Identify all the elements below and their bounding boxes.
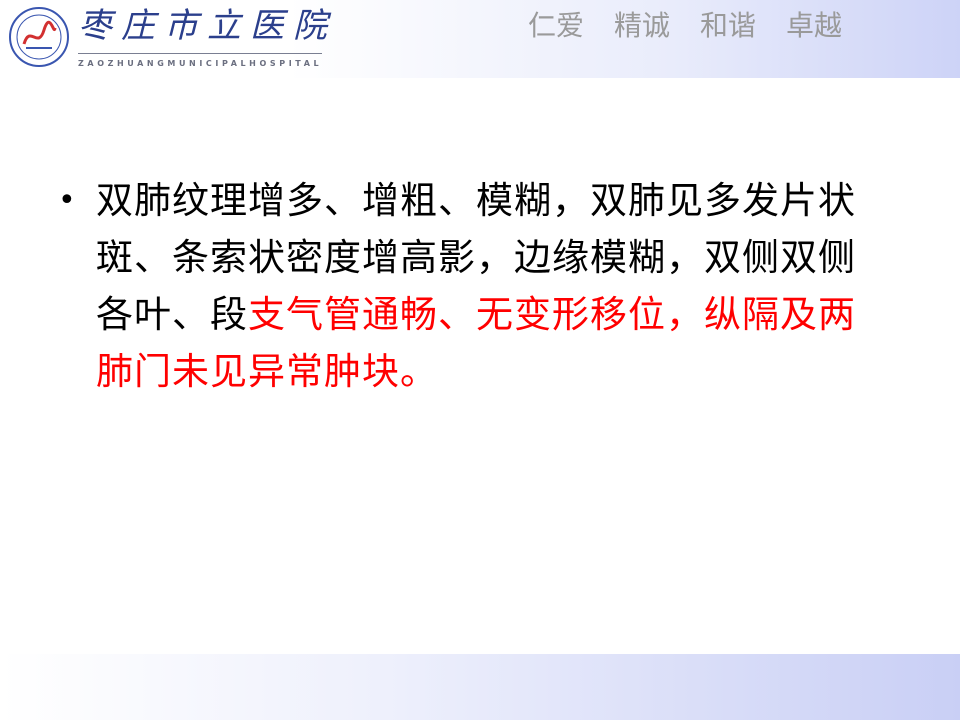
- motto-word: 精诚: [614, 9, 671, 42]
- bullet-marker: •: [58, 183, 76, 218]
- slide-header: 枣庄市立医院 ZAOZHUANGMUNICIPALHOSPITAL 仁爱 精诚 和谐…: [0, 0, 960, 78]
- motto-word: 卓越: [786, 9, 843, 42]
- motto-word: 和谐: [700, 9, 757, 42]
- hospital-name-english: ZAOZHUANGMUNICIPALHOSPITAL: [78, 59, 323, 68]
- hospital-motto: 仁爱 精诚 和谐 卓越: [528, 6, 872, 46]
- motto-word: 仁爱: [528, 9, 585, 42]
- bullet-item: • 双肺纹理增多、增粗、模糊，双肺见多发片状斑、条索状密度增高影，边缘模糊，双侧…: [58, 172, 878, 400]
- hospital-emblem-icon: [9, 7, 69, 67]
- bullet-text: 双肺纹理增多、增粗、模糊，双肺见多发片状斑、条索状密度增高影，边缘模糊，双侧双侧…: [96, 172, 876, 400]
- hospital-name: 枣庄市立医院: [78, 6, 336, 46]
- slide-content: • 双肺纹理增多、增粗、模糊，双肺见多发片状斑、条索状密度增高影，边缘模糊，双侧…: [58, 172, 878, 400]
- hospital-name-divider: [78, 53, 322, 54]
- slide-footer-band: [0, 654, 960, 720]
